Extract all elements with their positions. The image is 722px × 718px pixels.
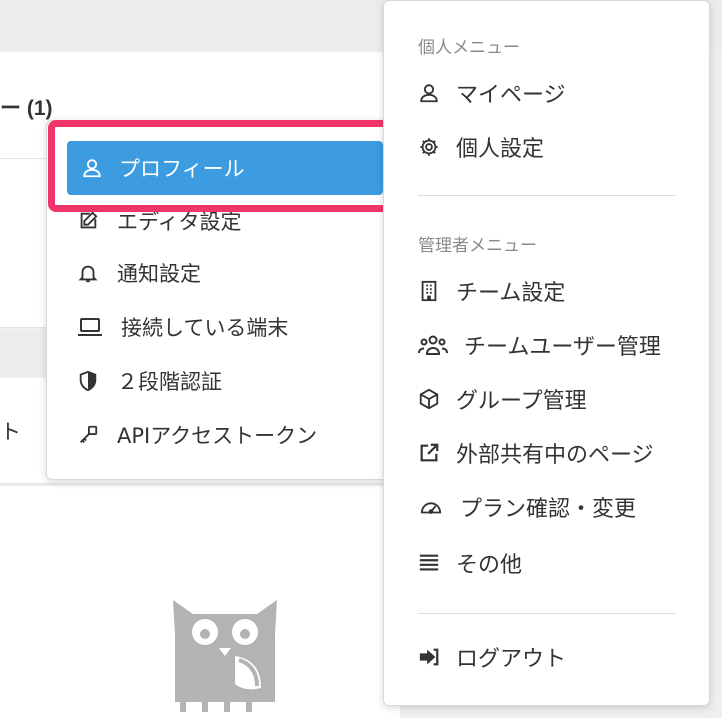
- menu-item-label: その他: [456, 553, 523, 578]
- menu-item-personal-settings[interactable]: 個人設定: [418, 127, 544, 167]
- external-link-icon: [418, 442, 440, 464]
- menu-item-label: ２段階認証: [117, 370, 222, 394]
- menu-item-label: チームユーザー管理: [464, 335, 661, 360]
- menu-item-api-token[interactable]: APIアクセストークン: [47, 413, 403, 457]
- menu-divider: [418, 613, 676, 614]
- menu-item-editor-clip: エディタ設定: [47, 209, 403, 235]
- bell-icon: [77, 262, 99, 284]
- menu-item-mypage[interactable]: マイページ: [418, 73, 566, 113]
- card-title: ー (1): [0, 97, 53, 120]
- building-icon: [418, 280, 440, 302]
- menu-item-externally-shared-pages[interactable]: 外部共有中のページ: [418, 433, 654, 473]
- edit-icon: [77, 210, 99, 232]
- menu-divider: [418, 195, 676, 196]
- sign-out-icon: [418, 646, 440, 668]
- user-menu: 個人メニュー マイページ 個人設定 管理者メニュー チーム設定 チームユーザー管…: [383, 0, 710, 706]
- gear-icon: [418, 136, 440, 158]
- menu-item-team-settings[interactable]: チーム設定: [418, 271, 565, 311]
- user-icon: [418, 82, 440, 104]
- menu-item-label: 通知設定: [117, 262, 201, 286]
- menu-item-logout[interactable]: ログアウト: [418, 637, 566, 677]
- menu-item-team-user-management[interactable]: チームユーザー管理: [418, 325, 661, 365]
- menu-item-group-management[interactable]: グループ管理: [418, 379, 587, 419]
- menu-item-notification-settings[interactable]: 通知設定: [47, 251, 403, 295]
- laptop-icon: [77, 316, 103, 338]
- shield-icon: [77, 370, 99, 392]
- settings-dropdown: プロフィール エディタ設定 通知設定 接続している端末 ２段階認証 APIアクセ…: [46, 120, 402, 480]
- menu-item-connected-devices[interactable]: 接続している端末: [47, 305, 403, 349]
- key-icon: [77, 424, 99, 446]
- menu-item-label: 個人設定: [456, 137, 545, 162]
- menu-item-label: エディタ設定: [117, 210, 242, 234]
- admin-menu-label: 管理者メニュー: [418, 236, 537, 256]
- menu-item-label: APIアクセストークン: [117, 424, 318, 448]
- menu-item-label: マイページ: [456, 83, 566, 108]
- menu-item-label: チーム設定: [456, 281, 566, 306]
- menu-item-profile[interactable]: プロフィール: [67, 141, 383, 195]
- users-icon: [418, 334, 448, 356]
- gauge-icon: [418, 496, 444, 518]
- user-icon: [81, 157, 103, 179]
- menu-item-editor-settings[interactable]: エディタ設定: [47, 209, 403, 235]
- owl-mascot-icon: [173, 600, 277, 712]
- menu-item-others[interactable]: その他: [418, 543, 522, 583]
- menu-item-label: 外部共有中のページ: [456, 443, 654, 468]
- menu-item-plan[interactable]: プラン確認・変更: [418, 487, 636, 527]
- cube-icon: [418, 388, 440, 410]
- menu-item-label: プロフィール: [119, 157, 245, 181]
- menu-item-label: 接続している端末: [121, 316, 289, 340]
- menu-item-label: プラン確認・変更: [460, 497, 637, 522]
- card2-text: ト: [0, 420, 21, 444]
- menu-item-label: ログアウト: [456, 647, 567, 672]
- menu-item-two-factor-auth[interactable]: ２段階認証: [47, 359, 403, 403]
- list-icon: [418, 552, 440, 574]
- personal-menu-label: 個人メニュー: [418, 38, 520, 58]
- menu-item-label: グループ管理: [456, 389, 587, 414]
